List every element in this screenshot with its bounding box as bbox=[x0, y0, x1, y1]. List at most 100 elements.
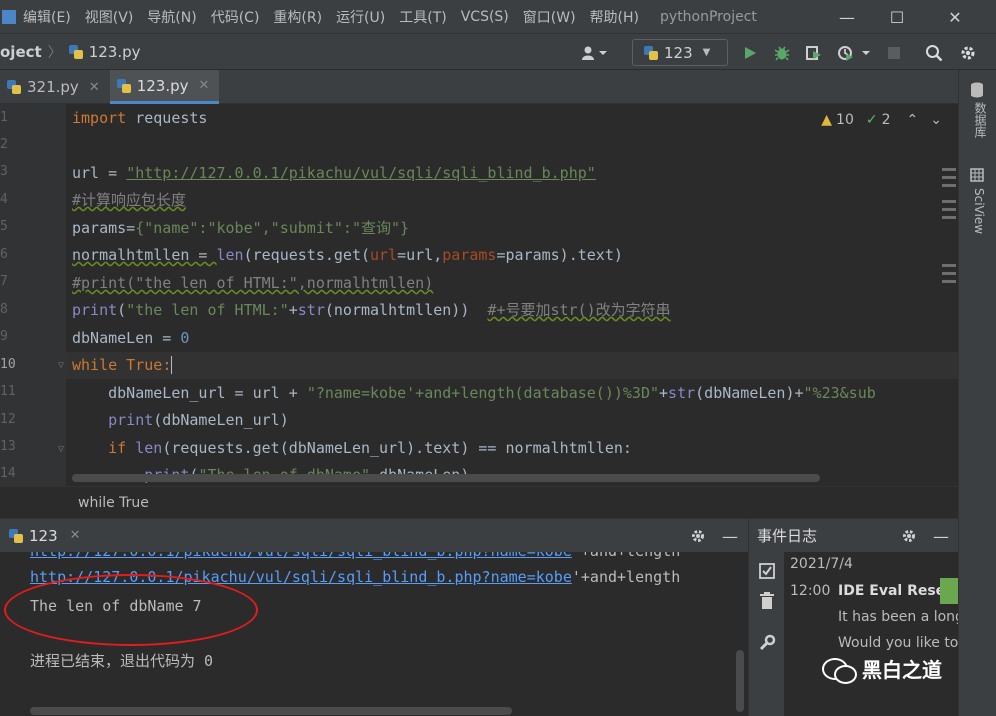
app-icon bbox=[2, 9, 16, 24]
breadcrumb-file-label: 123.py bbox=[88, 42, 141, 61]
fold-marker-icon[interactable]: ▽ bbox=[58, 444, 64, 455]
minimize-panel-icon[interactable]: — bbox=[931, 526, 951, 546]
console-vertical-scrollbar[interactable] bbox=[736, 650, 744, 712]
error-stripe-mark[interactable] bbox=[942, 264, 956, 267]
maximize-button[interactable]: ☐ bbox=[872, 0, 922, 34]
line-number: 4 bbox=[0, 192, 8, 207]
python-file-icon bbox=[116, 78, 132, 94]
line-number: 7 bbox=[0, 274, 8, 289]
code-editor[interactable]: 1 2 3 4 5 6 7 8 9 10 11 12 13 14 ▽ ▽ imp… bbox=[0, 104, 958, 486]
code-breadcrumb[interactable]: while True bbox=[0, 486, 958, 518]
error-stripe-mark[interactable] bbox=[942, 280, 956, 283]
menu-navigate[interactable]: 导航(N) bbox=[140, 7, 203, 27]
warning-icon: ▲ bbox=[821, 112, 833, 128]
event-log-content[interactable]: 2021/7/4 12:00 IDE Eval Reset It has bee… bbox=[784, 552, 958, 716]
wechat-icon bbox=[822, 656, 857, 684]
editor-horizontal-scrollbar[interactable] bbox=[72, 474, 820, 482]
menu-help[interactable]: 帮助(H) bbox=[583, 7, 646, 27]
code-line-10: while True: bbox=[72, 356, 173, 374]
breadcrumb-file[interactable]: 123.py bbox=[68, 42, 141, 61]
console-line-exit: 进程已结束，退出代码为 0 bbox=[30, 652, 214, 670]
chevron-down-icon[interactable]: ⌄ bbox=[930, 112, 942, 128]
window-title: pythonProject bbox=[660, 8, 757, 25]
console-link[interactable]: http://127.0.0.1/pikachu/vul/sqli/sqli_b… bbox=[30, 552, 572, 560]
tab-321-py[interactable]: 321.py ✕ bbox=[0, 70, 110, 104]
line-number: 14 bbox=[0, 466, 16, 481]
inspection-widget[interactable]: ▲ 10 ✓ 2 ⌃ ⌄ bbox=[821, 112, 942, 128]
sciview-icon[interactable] bbox=[970, 168, 984, 182]
line-number-current: 10 bbox=[0, 357, 16, 372]
close-window-button[interactable]: ✕ bbox=[930, 0, 980, 34]
typo-count: 2 bbox=[881, 112, 891, 128]
debug-icon[interactable] bbox=[772, 43, 792, 63]
event-log-title[interactable]: 事件日志 bbox=[757, 525, 817, 546]
error-stripe-mark[interactable] bbox=[942, 216, 956, 219]
code-line-9: dbNameLen = 0 bbox=[72, 329, 190, 347]
warning-count: 10 bbox=[836, 112, 854, 128]
editor-tabs: 321.py ✕ 123.py ✕ bbox=[0, 70, 958, 104]
close-run-tab-icon[interactable]: ✕ bbox=[70, 528, 81, 543]
menu-run[interactable]: 运行(U) bbox=[329, 7, 392, 27]
error-stripe-mark[interactable] bbox=[942, 208, 956, 211]
error-stripe-mark[interactable] bbox=[942, 184, 956, 187]
menu-window[interactable]: 窗口(W) bbox=[516, 7, 583, 27]
database-tool-label[interactable]: 数据库 bbox=[972, 102, 989, 138]
stop-icon[interactable] bbox=[884, 43, 904, 63]
chevron-up-icon[interactable]: ⌃ bbox=[907, 112, 919, 128]
run-icon[interactable] bbox=[740, 43, 760, 63]
sciview-tool-label[interactable]: SciView bbox=[972, 188, 986, 234]
run-with-coverage-icon[interactable] bbox=[804, 43, 824, 63]
gear-icon[interactable] bbox=[899, 526, 919, 546]
code-line-4: #计算响应包长度 bbox=[72, 191, 187, 209]
line-number: 2 bbox=[0, 137, 8, 152]
fold-marker-icon[interactable]: ▽ bbox=[58, 360, 64, 371]
breadcrumb-project[interactable]: oject bbox=[0, 43, 42, 61]
code-line-11: dbNameLen_url = url + "?name=kobe'+and+l… bbox=[72, 384, 876, 402]
menu-edit[interactable]: 编辑(E) bbox=[16, 7, 78, 27]
current-line-highlight bbox=[66, 352, 958, 379]
run-configuration-select[interactable]: 123 ▼ bbox=[632, 39, 728, 66]
minimize-panel-icon[interactable]: — bbox=[720, 526, 740, 546]
run-panel-header: 123 ✕ — bbox=[0, 518, 748, 552]
event-log-toolbar bbox=[748, 552, 784, 716]
run-tab-label: 123 bbox=[29, 526, 58, 545]
close-tab-icon[interactable]: ✕ bbox=[89, 80, 100, 95]
menu-view[interactable]: 视图(V) bbox=[78, 7, 141, 27]
mark-all-read-icon[interactable] bbox=[758, 562, 776, 584]
gear-icon[interactable] bbox=[688, 526, 708, 546]
error-stripe-mark[interactable] bbox=[942, 272, 956, 275]
annotation-circle bbox=[4, 574, 258, 646]
database-icon[interactable] bbox=[970, 82, 984, 98]
watermark-text: 黑白之道 bbox=[862, 658, 942, 682]
minimize-button[interactable]: — bbox=[822, 0, 872, 34]
event-message: It has been a long bbox=[838, 609, 958, 625]
line-number: 1 bbox=[0, 110, 8, 125]
run-tab[interactable]: 123 bbox=[8, 527, 58, 545]
menu-tools[interactable]: 工具(T) bbox=[392, 7, 453, 27]
tab-123-py[interactable]: 123.py ✕ bbox=[109, 70, 220, 104]
menu-bar: 编辑(E) 视图(V) 导航(N) 代码(C) 重构(R) 运行(U) 工具(T… bbox=[0, 0, 996, 34]
error-stripe-mark[interactable] bbox=[942, 200, 956, 203]
typo-check-icon: ✓ bbox=[865, 112, 878, 128]
menu-code[interactable]: 代码(C) bbox=[204, 7, 267, 27]
close-tab-icon[interactable]: ✕ bbox=[199, 78, 210, 93]
user-account-icon[interactable] bbox=[578, 43, 612, 63]
event-message: Would you like to bbox=[838, 635, 958, 651]
code-line-3: url = "http://127.0.0.1/pikachu/vul/sqli… bbox=[72, 164, 596, 182]
search-icon[interactable] bbox=[924, 43, 944, 63]
error-stripe-mark[interactable] bbox=[942, 168, 956, 171]
console-horizontal-scrollbar[interactable] bbox=[30, 707, 512, 715]
wrench-icon[interactable] bbox=[758, 634, 776, 656]
settings-gear-icon[interactable] bbox=[958, 43, 978, 63]
event-title-link[interactable]: IDE Eval Reset bbox=[838, 583, 952, 599]
profile-icon[interactable] bbox=[834, 43, 874, 63]
error-stripe-mark[interactable] bbox=[942, 176, 956, 179]
menu-refactor[interactable]: 重构(R) bbox=[266, 7, 329, 27]
tab-label: 321.py bbox=[27, 78, 79, 96]
menu-vcs[interactable]: VCS(S) bbox=[454, 9, 516, 25]
line-number: 9 bbox=[0, 329, 8, 344]
chevron-down-icon: ▼ bbox=[702, 47, 711, 58]
line-number: 12 bbox=[0, 412, 16, 427]
trash-icon[interactable] bbox=[759, 592, 775, 614]
python-config-icon bbox=[643, 45, 659, 61]
